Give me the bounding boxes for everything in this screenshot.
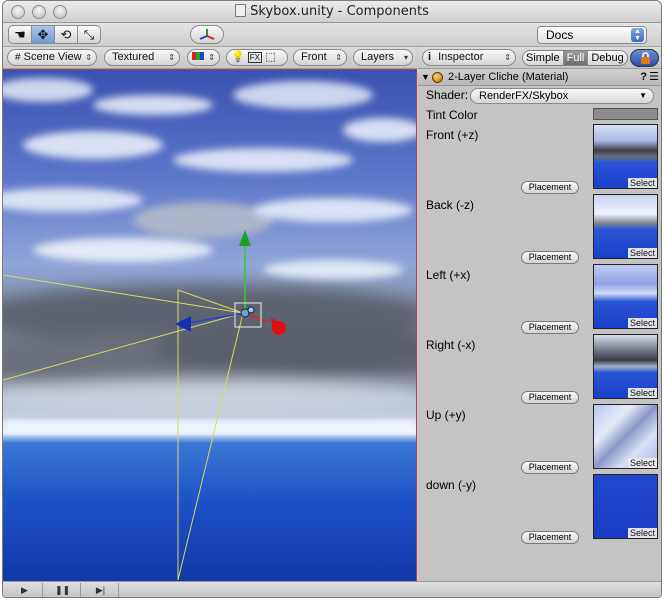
playback-bar: ▶ ❚❚ ▶|	[3, 581, 661, 597]
docs-dropdown[interactable]: Docs ▲ ▼	[537, 26, 647, 44]
select-texture-button[interactable]: Select	[627, 458, 657, 468]
info-icon: i	[428, 51, 432, 63]
scale-tool-button[interactable]: ⤡	[77, 25, 101, 44]
texture-label: Front (+z)	[426, 128, 479, 142]
play-button[interactable]: ▶	[7, 583, 43, 597]
unity-window: Skybox.unity - Components ☚ ✥ ⟲ ⤡ Docs ▲…	[2, 0, 662, 598]
play-icon: ▶	[21, 585, 28, 595]
rgb-icon	[192, 52, 204, 60]
placement-button[interactable]: Placement	[521, 391, 579, 404]
select-texture-button[interactable]: Select	[627, 388, 657, 398]
render-mode-dropdown[interactable]: Textured ⇕	[104, 49, 180, 66]
select-texture-button[interactable]: Select	[627, 318, 657, 328]
shader-value: RenderFX/Skybox	[479, 90, 569, 102]
texture-label: Up (+y)	[426, 408, 466, 422]
disclosure-triangle-icon[interactable]: ▼	[421, 69, 430, 85]
pause-button[interactable]: ❚❚	[45, 583, 81, 597]
scene-view-label: Scene View	[23, 51, 82, 63]
rotate-tool-button[interactable]: ⟲	[54, 25, 78, 44]
material-icon	[432, 72, 443, 83]
texture-label: down (-y)	[426, 478, 477, 492]
window-title-text: Skybox.unity - Components	[250, 4, 429, 19]
settings-menu-icon[interactable]: ☰	[649, 69, 659, 85]
move-icon: ✥	[37, 26, 49, 42]
mode-simple-button[interactable]: Simple	[523, 51, 564, 65]
dropdown-arrow-icon: ⇕	[335, 53, 342, 62]
window-title: Skybox.unity - Components	[3, 4, 661, 19]
texture-thumbnail[interactable]: Select	[593, 264, 658, 329]
camera-view-label: Front	[301, 51, 327, 63]
dropdown-arrow-icon: ⇕	[208, 53, 215, 62]
dropdown-arrow-icon: ⇕	[85, 53, 92, 62]
docs-dropdown-value: Docs	[546, 28, 574, 42]
transform-tools: ☚ ✥ ⟲ ⤡	[8, 25, 101, 44]
hand-icon: ☚	[14, 26, 26, 42]
dropdown-arrow-icon: ▾	[403, 53, 408, 62]
select-texture-button[interactable]: Select	[627, 178, 657, 188]
dropdown-arrow-icon: ⇕	[168, 53, 175, 62]
render-mode-label: Textured	[112, 51, 155, 63]
help-icon[interactable]: ?	[640, 69, 647, 85]
mode-full-button[interactable]: Full	[563, 51, 589, 65]
component-title: 2-Layer Cliche (Material)	[448, 71, 569, 83]
dropdown-arrow-icon: ⇕	[504, 53, 511, 62]
tint-color-label: Tint Color	[426, 108, 478, 122]
tint-color-swatch[interactable]	[593, 108, 658, 120]
rotate-icon: ⟲	[60, 26, 72, 42]
lighting-toggle-icon[interactable]: 💡	[231, 51, 245, 63]
select-texture-button[interactable]: Select	[627, 248, 657, 258]
document-icon	[235, 4, 247, 17]
inspector-panel: i Inspector ⇕ Simple Full Debug ▼ 2-Layer…	[418, 47, 661, 581]
color-mode-dropdown[interactable]: ⇕	[187, 49, 220, 66]
inspector-toolbar: i Inspector ⇕ Simple Full Debug	[418, 47, 661, 69]
title-bar: Skybox.unity - Components	[3, 1, 661, 23]
layers-label: Layers	[361, 51, 395, 63]
shader-dropdown[interactable]: RenderFX/Skybox ▼	[470, 88, 654, 104]
placement-button[interactable]: Placement	[521, 251, 579, 264]
axis-gizmo-icon	[199, 28, 215, 40]
fx-toggle-icon[interactable]: FX	[247, 52, 262, 63]
mode-debug-button[interactable]: Debug	[588, 51, 627, 65]
texture-label: Right (-x)	[426, 338, 476, 352]
placement-button[interactable]: Placement	[521, 531, 579, 544]
component-header[interactable]: ▼ 2-Layer Cliche (Material) ? ☰	[418, 69, 661, 86]
lock-icon-body	[641, 57, 650, 64]
texture-label: Back (-z)	[426, 198, 474, 212]
placement-button[interactable]: Placement	[521, 181, 579, 194]
scene-toolbar: # Scene View ⇕ Textured ⇕ ⇕ 💡 FX ⬚ Front ⇕ …	[3, 47, 417, 69]
inspector-tab-label: Inspector	[438, 51, 484, 63]
cube-toggle-icon[interactable]: ⬚	[265, 51, 275, 63]
scene-render	[3, 78, 416, 581]
scene-view-dropdown[interactable]: # Scene View ⇕	[7, 49, 97, 66]
updown-arrows-icon: ▲ ▼	[631, 28, 644, 42]
scene-viewport[interactable]	[3, 69, 417, 581]
main-toolbar: ☚ ✥ ⟲ ⤡ Docs ▲ ▼	[3, 23, 661, 47]
placement-button[interactable]: Placement	[521, 321, 579, 334]
pause-icon: ❚❚	[54, 585, 71, 595]
layers-dropdown[interactable]: Layers ▾	[353, 49, 413, 66]
pivot-orientation-button[interactable]	[190, 25, 224, 44]
step-icon: ▶|	[95, 585, 106, 595]
move-tool-button[interactable]: ✥	[31, 25, 55, 44]
texture-thumbnail[interactable]: Select	[593, 404, 658, 469]
select-texture-button[interactable]: Select	[627, 528, 657, 538]
scene-toggles: 💡 FX ⬚	[226, 49, 288, 66]
texture-thumbnail[interactable]: Select	[593, 334, 658, 399]
step-button[interactable]: ▶|	[83, 583, 119, 597]
lock-button[interactable]	[630, 49, 659, 67]
texture-thumbnail[interactable]: Select	[593, 474, 658, 539]
shader-label: Shader:	[426, 88, 469, 102]
dropdown-arrow-icon: ▼	[639, 91, 647, 100]
scale-icon: ⤡	[83, 26, 95, 42]
inspector-tab-dropdown[interactable]: i Inspector ⇕	[422, 49, 516, 66]
texture-thumbnail[interactable]: Select	[593, 194, 658, 259]
inspector-mode-switch: Simple Full Debug	[522, 50, 628, 66]
texture-thumbnail[interactable]: Select	[593, 124, 658, 189]
hand-tool-button[interactable]: ☚	[8, 25, 32, 44]
grid-icon: #	[15, 52, 21, 63]
camera-view-dropdown[interactable]: Front ⇕	[293, 49, 347, 66]
placement-button[interactable]: Placement	[521, 461, 579, 474]
texture-label: Left (+x)	[426, 268, 471, 282]
